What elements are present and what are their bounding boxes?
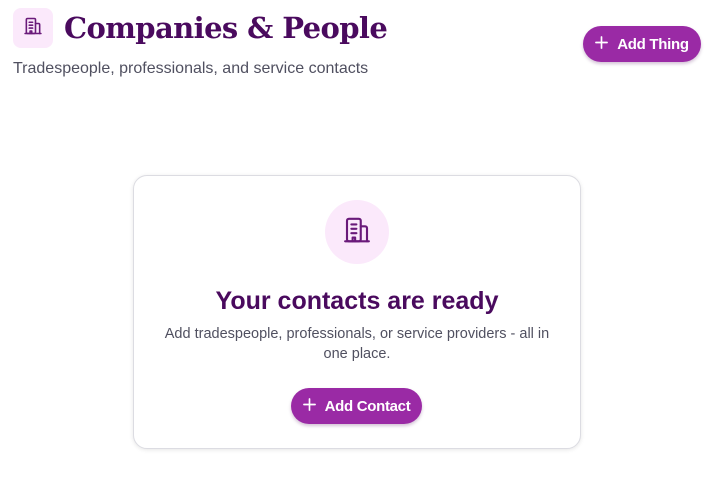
empty-state-description: Add tradespeople, professionals, or serv…: [164, 326, 550, 362]
plus-icon: [595, 33, 609, 53]
empty-state-icon-circle: [325, 200, 389, 264]
add-thing-button[interactable]: Add Thing: [583, 26, 701, 62]
add-contact-button[interactable]: Add Contact: [291, 388, 422, 424]
building-icon: [342, 215, 372, 250]
building-icon: [23, 16, 43, 41]
empty-state-title: Your contacts are ready: [215, 287, 499, 315]
add-contact-label: Add Contact: [324, 397, 411, 415]
header-icon-box: [13, 8, 53, 48]
page-title: Companies & People: [64, 11, 388, 45]
page-subtitle: Tradespeople, professionals, and service…: [13, 60, 369, 77]
add-thing-label: Add Thing: [617, 35, 689, 53]
plus-icon: [302, 395, 316, 415]
